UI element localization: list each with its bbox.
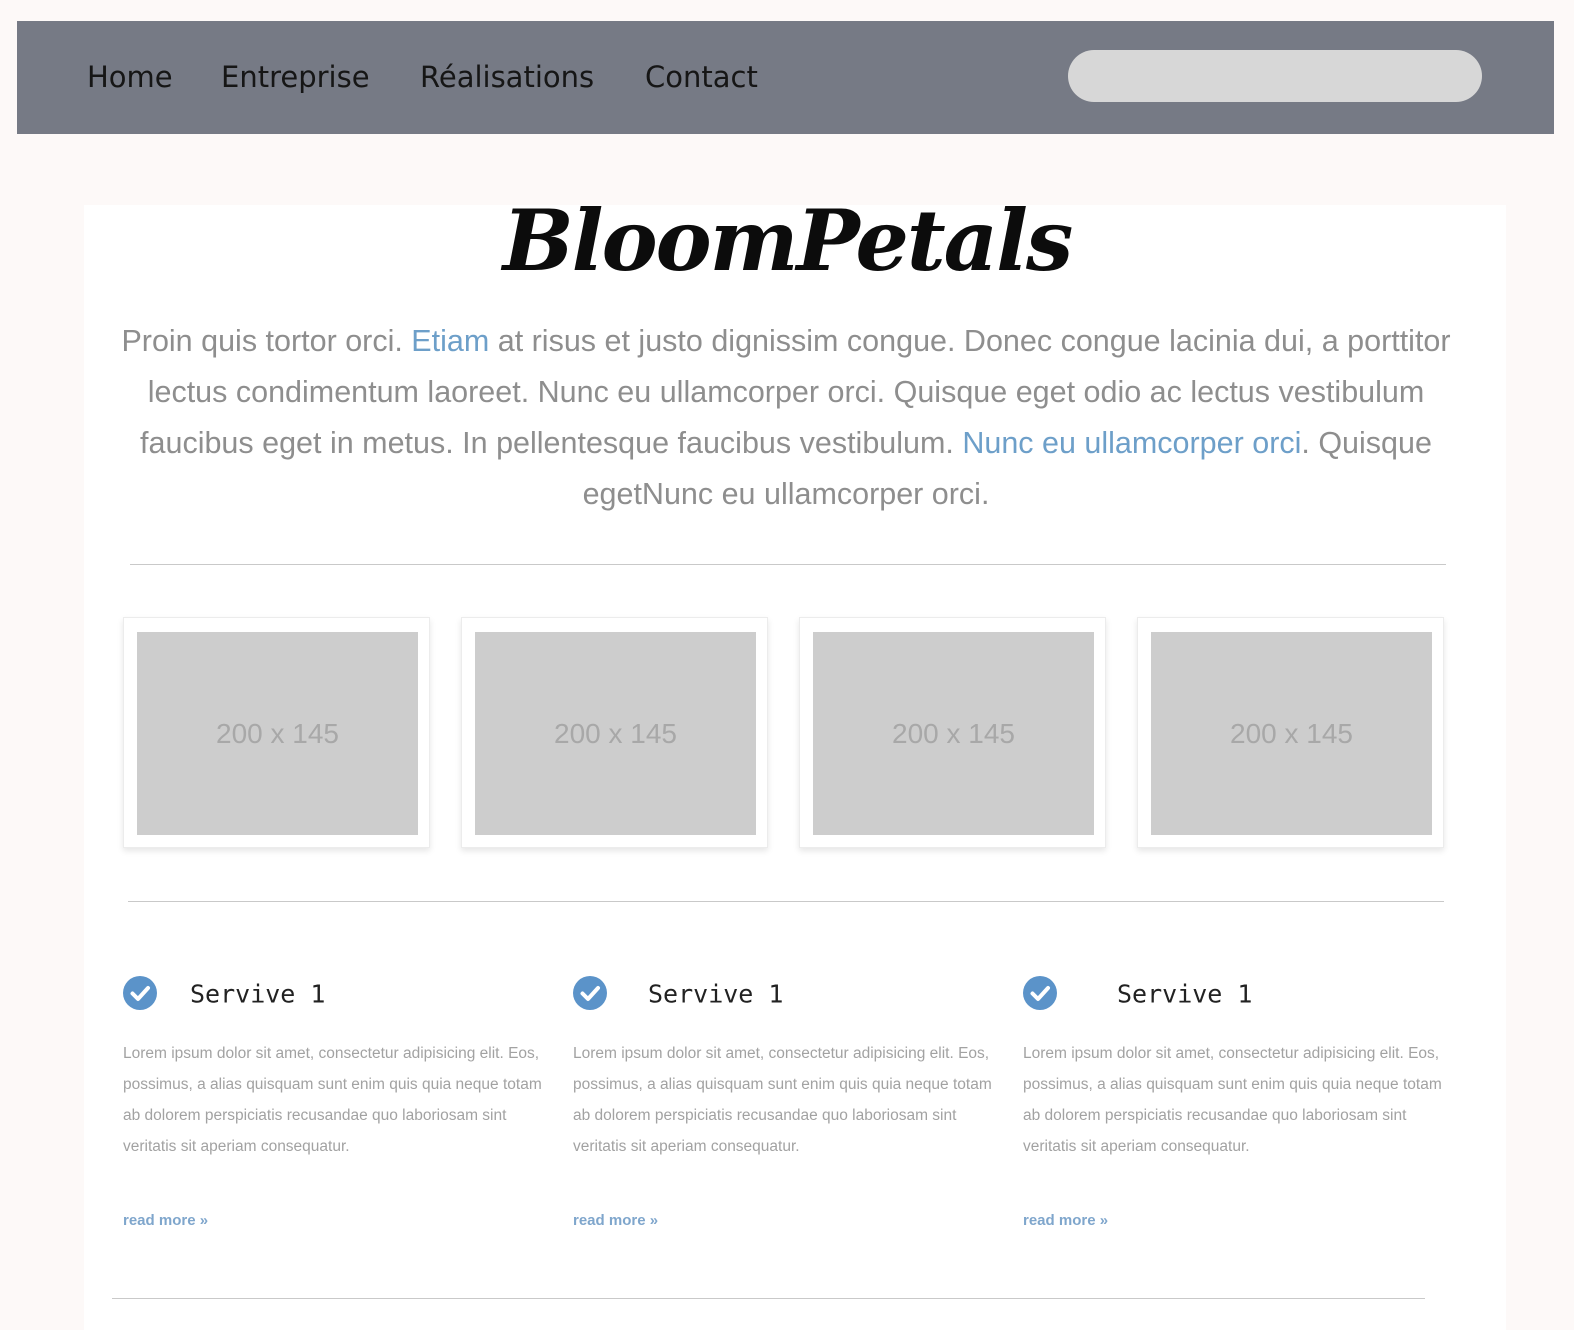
service-title: Servive 1	[648, 979, 784, 1009]
image-placeholder: 200 x 145	[475, 632, 756, 835]
read-more-link[interactable]: read more »	[573, 1212, 658, 1229]
check-circle-icon	[573, 976, 607, 1010]
read-more-link[interactable]: read more »	[1023, 1212, 1108, 1229]
divider-bottom	[112, 1298, 1425, 1299]
intro-paragraph: Proin quis tortor orci. Etiam at risus e…	[110, 316, 1462, 520]
image-placeholder: 200 x 145	[1151, 632, 1432, 835]
placeholder-size-label: 200 x 145	[554, 717, 677, 749]
placeholder-size-label: 200 x 145	[216, 717, 339, 749]
gallery-thumbnail-2[interactable]: 200 x 145	[461, 617, 768, 848]
intro-text-1: Proin quis tortor orci.	[121, 324, 412, 358]
search-input[interactable]	[1068, 50, 1482, 102]
service-description: Lorem ipsum dolor sit amet, consectetur …	[123, 1045, 542, 1155]
image-placeholder: 200 x 145	[813, 632, 1094, 835]
check-circle-icon	[1023, 976, 1057, 1010]
check-circle-icon	[123, 976, 157, 1010]
nav-realisations-link[interactable]: Réalisations	[420, 60, 594, 94]
intro-link-nunc[interactable]: Nunc eu ullamcorper orci	[962, 426, 1301, 460]
nav-entreprise-link[interactable]: Entreprise	[221, 60, 370, 94]
divider-middle	[128, 901, 1444, 902]
placeholder-size-label: 200 x 145	[1230, 717, 1353, 749]
intro-link-etiam[interactable]: Etiam	[411, 324, 489, 358]
service-description: Lorem ipsum dolor sit amet, consectetur …	[1023, 1045, 1442, 1155]
gallery-thumbnail-1[interactable]: 200 x 145	[123, 617, 430, 848]
nav-home-link[interactable]: Home	[87, 60, 173, 94]
brand-logo: BloomPetals	[502, 191, 1074, 290]
divider-top	[130, 564, 1446, 565]
placeholder-size-label: 200 x 145	[892, 717, 1015, 749]
service-description: Lorem ipsum dolor sit amet, consectetur …	[573, 1045, 992, 1155]
gallery-thumbnail-4[interactable]: 200 x 145	[1137, 617, 1444, 848]
nav-contact-link[interactable]: Contact	[645, 60, 758, 94]
service-title: Servive 1	[1117, 979, 1253, 1009]
service-title: Servive 1	[190, 979, 326, 1009]
read-more-link[interactable]: read more »	[123, 1212, 208, 1229]
image-placeholder: 200 x 145	[137, 632, 418, 835]
top-navbar: Home Entreprise Réalisations Contact	[17, 21, 1554, 134]
gallery-thumbnail-3[interactable]: 200 x 145	[799, 617, 1106, 848]
